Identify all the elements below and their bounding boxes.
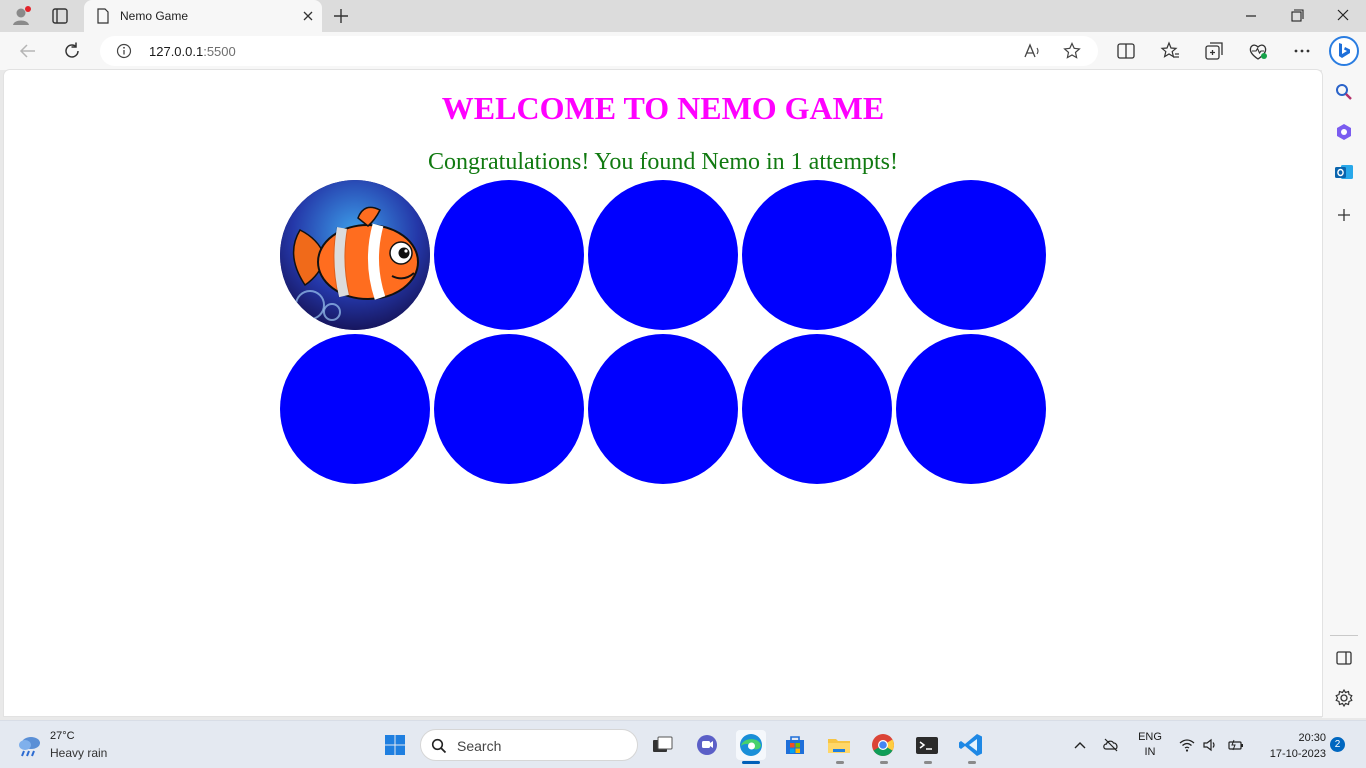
- circle-hidden[interactable]: [742, 334, 892, 484]
- favorite-star-icon[interactable]: [1063, 42, 1081, 60]
- terminal-icon[interactable]: [912, 730, 942, 760]
- input-language[interactable]: ENG IN: [1137, 730, 1163, 760]
- settings-gear-icon[interactable]: [1334, 688, 1354, 708]
- favorites-icon[interactable]: [1159, 40, 1181, 62]
- active-app-indicator: [742, 761, 760, 764]
- add-sidebar-app-icon[interactable]: [1334, 205, 1354, 225]
- close-window-icon[interactable]: [1332, 6, 1354, 26]
- circle-nemo-found[interactable]: [280, 180, 430, 330]
- teams-chat-icon[interactable]: [692, 730, 722, 760]
- chevron-up-icon[interactable]: [1071, 736, 1089, 754]
- file-explorer-icon[interactable]: [824, 730, 854, 760]
- circle-hidden[interactable]: [280, 334, 430, 484]
- minimize-icon[interactable]: [1240, 6, 1262, 26]
- circle-hidden[interactable]: [588, 334, 738, 484]
- task-view-icon[interactable]: [647, 730, 677, 760]
- taskbar-search[interactable]: Search: [420, 729, 638, 761]
- page-icon: [96, 8, 110, 24]
- close-tab-icon[interactable]: [300, 8, 316, 24]
- running-indicator: [924, 761, 932, 764]
- circle-hidden[interactable]: [434, 180, 584, 330]
- running-indicator: [880, 761, 888, 764]
- address-bar[interactable]: 127.0.0.1:5500: [100, 36, 1098, 66]
- system-clock[interactable]: 20:30 17-10-2023: [1256, 730, 1326, 762]
- circle-hidden[interactable]: [896, 334, 1046, 484]
- windows-start-icon[interactable]: [384, 734, 406, 756]
- search-label: Search: [457, 738, 502, 754]
- result-message: Congratulations! You found Nemo in 1 att…: [428, 149, 898, 175]
- title-bar: Nemo Game: [0, 0, 1366, 32]
- refresh-icon[interactable]: [61, 40, 83, 62]
- edge-sidebar: [1322, 70, 1366, 718]
- new-tab-icon[interactable]: [330, 5, 352, 27]
- site-info-icon[interactable]: [116, 43, 132, 59]
- sidebar-divider: [1330, 635, 1358, 636]
- page-viewport: WELCOME TO NEMO GAME Congratulations! Yo…: [4, 70, 1322, 716]
- restore-icon[interactable]: [1286, 6, 1308, 26]
- circle-hidden[interactable]: [588, 180, 738, 330]
- circle-grid: [280, 180, 1050, 486]
- microsoft-store-icon[interactable]: [780, 730, 810, 760]
- tab-actions-icon[interactable]: [50, 6, 70, 26]
- taskbar: 27°C Heavy rain Search ENG IN 20:30 17-1…: [0, 720, 1366, 768]
- onedrive-offline-icon[interactable]: [1102, 736, 1120, 754]
- search-icon[interactable]: [1334, 82, 1354, 102]
- search-icon: [431, 738, 447, 754]
- circle-hidden[interactable]: [896, 180, 1046, 330]
- running-indicator: [836, 761, 844, 764]
- navigation-bar: 127.0.0.1:5500: [0, 32, 1366, 70]
- more-options-icon[interactable]: [1291, 40, 1313, 62]
- collections-icon[interactable]: [1203, 40, 1225, 62]
- wifi-icon[interactable]: [1178, 736, 1196, 754]
- page-heading: WELCOME TO NEMO GAME: [441, 90, 885, 126]
- volume-icon[interactable]: [1201, 736, 1219, 754]
- weather-rain-icon[interactable]: [17, 733, 43, 759]
- edge-browser-icon[interactable]: [736, 730, 766, 760]
- tab-nemo-game[interactable]: Nemo Game: [84, 0, 322, 32]
- back-arrow-icon[interactable]: [17, 40, 39, 62]
- read-aloud-icon[interactable]: [1023, 43, 1043, 59]
- profile-icon[interactable]: [10, 5, 32, 27]
- chrome-icon[interactable]: [868, 730, 898, 760]
- copilot-app-icon[interactable]: [1334, 122, 1354, 142]
- circle-hidden[interactable]: [742, 180, 892, 330]
- bing-copilot-icon[interactable]: [1328, 35, 1360, 67]
- weather-description[interactable]: Heavy rain: [50, 746, 107, 760]
- weather-temperature[interactable]: 27°C: [50, 730, 75, 742]
- outlook-icon[interactable]: [1334, 162, 1354, 182]
- notification-badge[interactable]: 2: [1330, 737, 1345, 752]
- tab-title: Nemo Game: [120, 9, 189, 23]
- split-screen-icon[interactable]: [1115, 40, 1137, 62]
- hide-sidebar-icon[interactable]: [1334, 648, 1354, 668]
- running-indicator: [968, 761, 976, 764]
- circle-hidden[interactable]: [434, 334, 584, 484]
- vscode-icon[interactable]: [956, 730, 986, 760]
- browser-essentials-icon[interactable]: [1247, 40, 1269, 62]
- url-text: 127.0.0.1:5500: [149, 44, 236, 59]
- battery-icon[interactable]: [1227, 736, 1245, 754]
